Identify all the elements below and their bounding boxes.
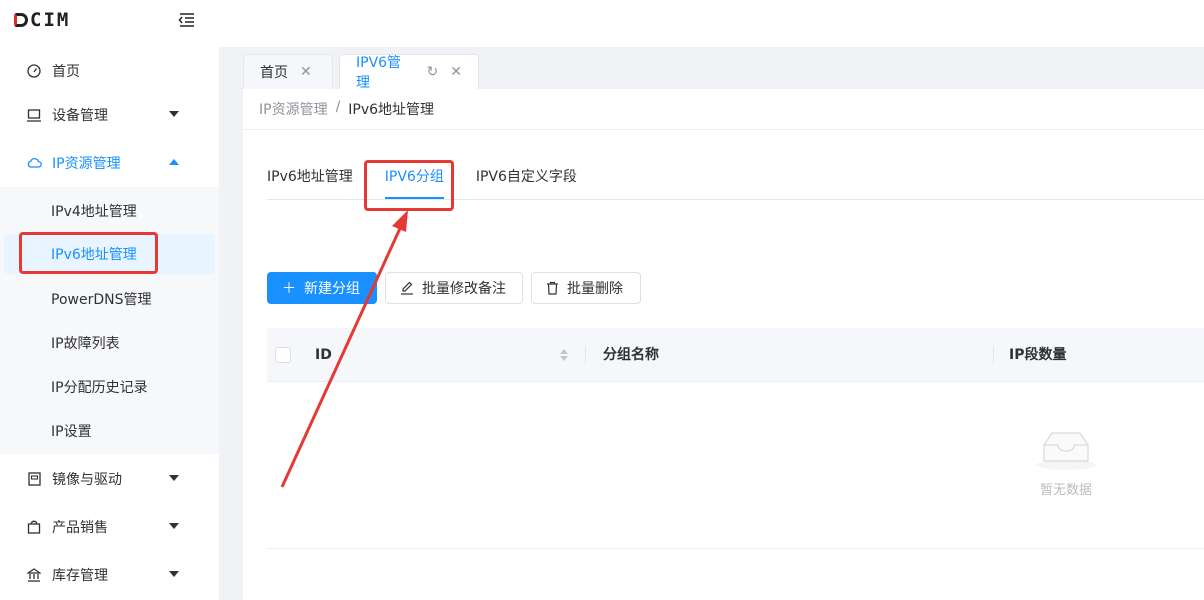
batch-delete-button[interactable]: 批量删除	[531, 272, 641, 304]
logo-mark-icon	[14, 13, 28, 27]
refresh-icon[interactable]: ↻	[427, 64, 439, 80]
breadcrumb-current: IPv6地址管理	[348, 102, 435, 118]
monitor-icon	[26, 107, 42, 123]
plus-icon: ＋	[282, 281, 296, 297]
ip-resources-submenu: IPv4地址管理 IPv6地址管理 PowerDNS管理 IP故障列表 IP分配…	[0, 187, 219, 454]
chevron-down-icon	[169, 475, 179, 481]
sidebar-subitem-ip-history[interactable]: IP分配历史记录	[0, 365, 219, 409]
tab-label: 首页	[260, 65, 288, 81]
annotation-highlight-sidebar	[19, 232, 158, 274]
sort-icon[interactable]	[559, 347, 569, 363]
chevron-down-icon	[169, 111, 179, 117]
image-icon	[26, 471, 42, 487]
sidebar: CIM 首页 设备管理 IP资源管理 IPv4地址管理 IPv6地址管理 Pow…	[0, 0, 219, 600]
sidebar-subitem-label: IP故障列表	[51, 336, 120, 352]
tab-bar: 首页 ✕ IPV6管理 ↻ ✕	[219, 47, 1204, 91]
sidebar-item-label: IP资源管理	[52, 156, 121, 172]
chevron-down-icon	[169, 571, 179, 577]
dashboard-icon	[26, 63, 42, 79]
sidebar-item-product-sales[interactable]: 产品销售	[0, 503, 219, 551]
close-icon[interactable]: ✕	[450, 64, 462, 80]
sidebar-item-home[interactable]: 首页	[0, 47, 219, 95]
column-separator	[585, 346, 586, 364]
sidebar-item-label: 库存管理	[52, 568, 108, 584]
empty-text: 暂无数据	[1039, 483, 1092, 498]
sidebar-item-label: 产品销售	[52, 520, 108, 536]
sidebar-item-inventory[interactable]: 库存管理	[0, 551, 219, 599]
annotation-highlight-subtab	[364, 160, 454, 211]
table-header: ID 分组名称 IP段数量	[267, 328, 1204, 382]
sidebar-item-label: 首页	[52, 64, 80, 80]
sidebar-item-images-drivers[interactable]: 镜像与驱动	[0, 455, 219, 503]
breadcrumb-separator: /	[335, 99, 341, 115]
sidebar-subitem-powerdns[interactable]: PowerDNS管理	[0, 277, 219, 321]
table-bottom-border	[267, 548, 1204, 549]
column-header-ip-segments: IP段数量	[1009, 347, 1067, 363]
sidebar-subitem-label: PowerDNS管理	[51, 292, 152, 308]
edit-icon	[400, 281, 414, 295]
column-separator	[993, 346, 994, 364]
button-label: 批量修改备注	[422, 281, 506, 297]
subtab-ipv6-address[interactable]: IPv6地址管理	[267, 159, 353, 199]
bank-icon	[26, 567, 42, 583]
chevron-up-icon	[169, 159, 179, 165]
tab-home[interactable]: 首页 ✕	[243, 54, 333, 89]
button-label: 批量删除	[567, 281, 623, 297]
sidebar-subitem-ipv4[interactable]: IPv4地址管理	[0, 189, 219, 233]
sidebar-subitem-ip-faults[interactable]: IP故障列表	[0, 321, 219, 365]
sidebar-subitem-ip-settings[interactable]: IP设置	[0, 409, 219, 453]
bag-icon	[26, 519, 42, 535]
divider	[243, 129, 1204, 130]
chevron-down-icon	[169, 523, 179, 529]
batch-edit-note-button[interactable]: 批量修改备注	[385, 272, 523, 304]
empty-state: 暂无数据	[1021, 429, 1111, 498]
logo-text: CIM	[30, 9, 71, 31]
column-header-group-name: 分组名称	[603, 347, 659, 363]
sidebar-item-ip-resources[interactable]: IP资源管理	[0, 139, 219, 187]
collapse-menu-icon[interactable]	[178, 12, 196, 28]
sidebar-subitem-label: IP分配历史记录	[51, 380, 148, 396]
breadcrumb: IP资源管理 / IPv6地址管理	[259, 99, 434, 119]
new-group-button[interactable]: ＋ 新建分组	[267, 272, 377, 304]
cloud-icon	[26, 155, 42, 171]
empty-box-icon	[1036, 432, 1096, 470]
tab-label: IPV6管理	[356, 55, 402, 91]
sidebar-item-label: 镜像与驱动	[52, 472, 122, 488]
close-icon[interactable]: ✕	[300, 64, 312, 80]
subtab-ipv6-custom-fields[interactable]: IPV6自定义字段	[476, 159, 577, 199]
dcim-logo: CIM	[14, 9, 71, 31]
button-label: 新建分组	[304, 281, 360, 297]
trash-icon	[546, 281, 559, 295]
sidebar-subitem-label: IPv4地址管理	[51, 204, 137, 220]
breadcrumb-parent[interactable]: IP资源管理	[259, 99, 328, 119]
sidebar-item-devices[interactable]: 设备管理	[0, 91, 219, 139]
column-header-id[interactable]: ID	[315, 328, 332, 382]
tab-ipv6-management[interactable]: IPV6管理 ↻ ✕	[339, 54, 479, 91]
sidebar-subitem-label: IP设置	[51, 424, 92, 440]
sidebar-item-label: 设备管理	[52, 108, 108, 124]
select-all-checkbox[interactable]	[275, 347, 291, 363]
